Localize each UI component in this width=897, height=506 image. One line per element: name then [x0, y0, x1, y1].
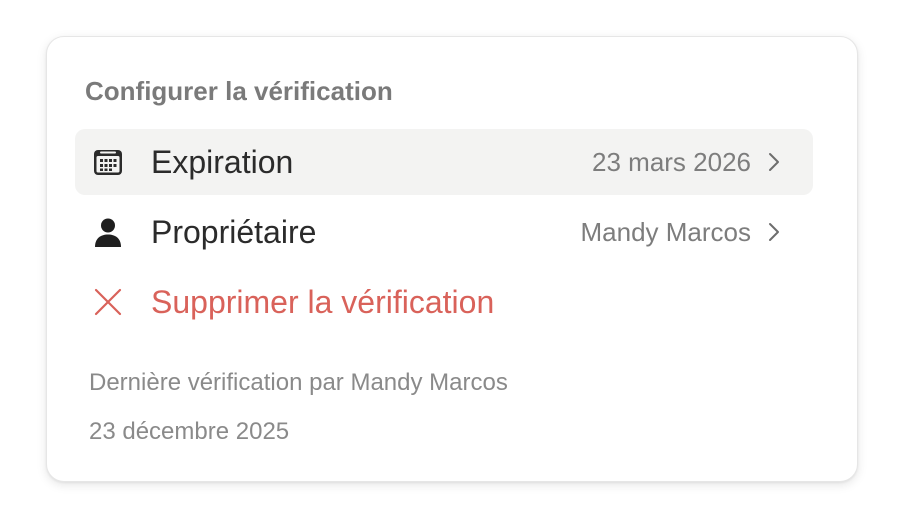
remove-verification-label: Supprimer la vérification	[151, 284, 495, 320]
owner-row[interactable]: Propriétaire Mandy Marcos	[75, 199, 813, 265]
chevron-right-icon	[763, 221, 785, 243]
last-verified-date: 23 décembre 2025	[89, 418, 290, 445]
person-icon	[91, 215, 125, 249]
calendar-icon	[91, 145, 125, 179]
last-verified-text: Dernière vérification par Mandy Marcos	[89, 369, 508, 396]
verification-panel: Configurer la vérification Expiration 23…	[46, 36, 858, 482]
owner-name-value: Mandy Marcos	[580, 217, 752, 247]
expiration-row[interactable]: Expiration 23 mars 2026	[75, 129, 813, 195]
close-icon	[91, 285, 125, 319]
expiration-date-value: 23 mars 2026	[592, 147, 751, 177]
remove-verification-button[interactable]: Supprimer la vérification	[75, 269, 813, 335]
owner-label: Propriétaire	[151, 214, 317, 250]
panel-title: Configurer la vérification	[85, 76, 393, 106]
expiration-label: Expiration	[151, 144, 294, 180]
chevron-right-icon	[763, 151, 785, 173]
